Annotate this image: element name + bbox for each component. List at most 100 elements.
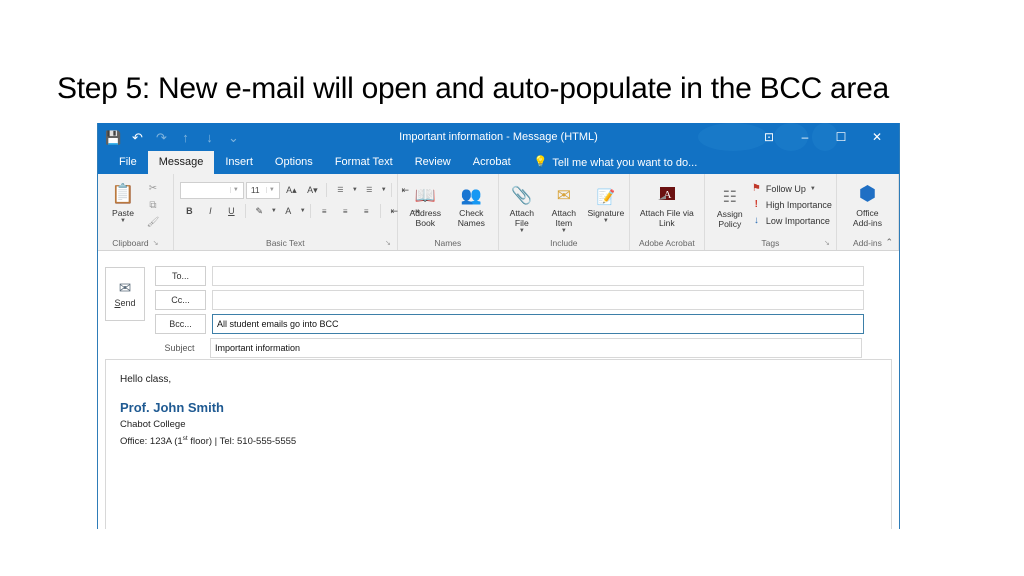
- tell-me-search[interactable]: 💡 Tell me what you want to do...: [522, 151, 698, 174]
- underline-button[interactable]: U: [222, 203, 241, 219]
- basic-text-group-label: Basic Text ↘: [266, 237, 391, 250]
- attach-file-button[interactable]: 📎 Attach File ▼: [501, 178, 543, 236]
- bullets-icon[interactable]: ☰: [331, 182, 350, 198]
- message-compose-area: ✉ Send To... Cc... Bcc... All student em…: [98, 251, 899, 529]
- tell-me-placeholder: Tell me what you want to do...: [552, 156, 698, 169]
- tab-format-text[interactable]: Format Text: [324, 151, 404, 174]
- slide: Step 5: New e-mail will open and auto-po…: [0, 0, 1024, 576]
- tags-dialog-launcher-icon[interactable]: ↘: [824, 237, 830, 250]
- clipboard-dialog-launcher-icon[interactable]: ↘: [153, 237, 159, 250]
- collapse-ribbon-icon[interactable]: ⌃: [885, 237, 893, 248]
- to-button[interactable]: To...: [155, 266, 206, 286]
- cc-input[interactable]: [212, 290, 864, 310]
- include-group-label: Include: [550, 238, 578, 248]
- ribbon-tabs: File Message Insert Options Format Text …: [98, 151, 899, 174]
- send-label: Send: [114, 297, 136, 308]
- ribbon-display-options-button[interactable]: ⊡: [751, 123, 787, 151]
- align-center-icon[interactable]: ≡: [336, 203, 355, 219]
- check-names-icon: 👥: [460, 186, 482, 205]
- numbering-dropdown-icon[interactable]: ▼: [381, 187, 387, 193]
- basic-text-dialog-launcher-icon[interactable]: ↘: [385, 237, 391, 250]
- cc-button[interactable]: Cc...: [155, 290, 206, 310]
- signature-button[interactable]: 📝 Signature ▼: [585, 178, 627, 226]
- exclamation-icon: !: [754, 199, 758, 210]
- bcc-input[interactable]: All student emails go into BCC: [212, 314, 864, 334]
- paste-dropdown-icon[interactable]: ▼: [120, 218, 126, 224]
- assign-policy-button[interactable]: ☷ Assign Policy: [709, 178, 751, 231]
- address-book-button[interactable]: 📖 Address Book: [402, 178, 449, 230]
- message-body[interactable]: Hello class, Prof. John Smith Chabot Col…: [105, 359, 892, 529]
- align-left-icon[interactable]: ≡: [315, 203, 334, 219]
- high-importance-label: High Importance: [765, 199, 832, 210]
- minimize-button[interactable]: –: [787, 123, 823, 151]
- tab-acrobat[interactable]: Acrobat: [462, 151, 522, 174]
- cc-field-row: Cc...: [155, 290, 864, 310]
- assign-policy-icon: ☷: [722, 189, 737, 206]
- font-name-input[interactable]: ▼: [179, 181, 244, 199]
- numbering-icon[interactable]: ☰: [360, 182, 379, 198]
- check-names-label: Check Names: [457, 208, 485, 228]
- font-color-icon[interactable]: A: [279, 203, 298, 219]
- paste-button[interactable]: 📋 Paste ▼: [102, 178, 144, 226]
- tab-options[interactable]: Options: [264, 151, 324, 174]
- attach-file-dropdown-icon[interactable]: ▼: [519, 228, 525, 234]
- attach-item-button[interactable]: ✉ Attach Item ▼: [543, 178, 585, 236]
- body-greeting: Hello class,: [120, 374, 172, 385]
- follow-up-button[interactable]: ⚑ Follow Up ▼: [751, 181, 832, 196]
- paperclip-icon: 📎: [511, 186, 533, 205]
- font-name-dropdown-icon[interactable]: ▼: [229, 187, 241, 193]
- message-header: ✉ Send To... Cc... Bcc... All student em…: [98, 259, 899, 359]
- italic-button[interactable]: I: [201, 203, 220, 219]
- adobe-acrobat-icon: A: [657, 180, 677, 206]
- office-addins-label: Office Add-ins: [852, 208, 882, 228]
- ribbon-group-adobe-acrobat: A Attach File via Link Adobe Acrobat: [630, 174, 705, 250]
- subject-field-row: Subject Important information: [155, 338, 862, 358]
- high-importance-button[interactable]: ! High Importance: [751, 197, 832, 212]
- tab-file[interactable]: File: [108, 151, 148, 174]
- ribbon-group-tags: ☷ Assign Policy ⚑ Follow Up ▼ ! High Imp…: [705, 174, 837, 250]
- to-input[interactable]: [212, 266, 864, 286]
- highlight-dropdown-icon[interactable]: ▼: [271, 208, 277, 214]
- attach-file-label: Attach File: [509, 208, 535, 228]
- attach-file-via-link-button[interactable]: A Attach File via Link: [634, 178, 700, 230]
- adobe-acrobat-group-label: Adobe Acrobat: [638, 238, 695, 248]
- font-size-input[interactable]: 11 ▼: [245, 181, 280, 199]
- tab-review[interactable]: Review: [404, 151, 462, 174]
- check-names-button[interactable]: 👥 Check Names: [449, 178, 494, 230]
- bold-button[interactable]: B: [180, 203, 199, 219]
- cut-icon[interactable]: ✂: [146, 181, 160, 195]
- close-button[interactable]: ✕: [859, 123, 895, 151]
- tab-insert[interactable]: Insert: [214, 151, 264, 174]
- envelope-attach-icon: ✉: [556, 186, 571, 205]
- shrink-font-button[interactable]: A▾: [303, 182, 322, 198]
- tags-group-label: Tags ↘: [761, 237, 830, 250]
- attach-item-dropdown-icon[interactable]: ▼: [561, 228, 567, 234]
- paste-label: Paste: [112, 208, 134, 218]
- bcc-button[interactable]: Bcc...: [155, 314, 206, 334]
- follow-up-label: Follow Up: [765, 183, 806, 194]
- signature-contact-post: floor) | Tel: 510-555-5555: [187, 436, 297, 448]
- copy-icon[interactable]: ⧉: [146, 198, 160, 212]
- address-book-icon: 📖: [414, 186, 436, 205]
- clipboard-group-label: Clipboard ↘: [112, 237, 159, 250]
- send-button[interactable]: ✉ Send: [105, 267, 145, 321]
- signature-dropdown-icon[interactable]: ▼: [603, 218, 609, 224]
- align-right-icon[interactable]: ≡: [357, 203, 376, 219]
- low-importance-button[interactable]: ↓ Low Importance: [751, 213, 832, 228]
- office-addins-button[interactable]: ⬢ Office Add-ins: [843, 178, 891, 230]
- tab-message[interactable]: Message: [147, 151, 215, 174]
- restore-button[interactable]: ☐: [823, 123, 859, 151]
- bullets-dropdown-icon[interactable]: ▼: [352, 187, 358, 193]
- follow-up-dropdown-icon[interactable]: ▼: [810, 186, 816, 192]
- signature-label: Signature: [587, 208, 625, 218]
- format-painter-icon[interactable]: 🖌: [146, 215, 160, 229]
- attach-item-label: Attach Item: [551, 208, 577, 228]
- font-size-dropdown-icon[interactable]: ▼: [265, 187, 277, 193]
- text-highlight-color-icon[interactable]: ✎: [250, 203, 269, 219]
- window-controls: ⊡ – ☐ ✕: [751, 123, 895, 151]
- ribbon-group-clipboard: 📋 Paste ▼ ✂ ⧉ 🖌 Clipboard ↘: [98, 174, 174, 250]
- grow-font-button[interactable]: A▴: [282, 182, 301, 198]
- font-color-dropdown-icon[interactable]: ▼: [300, 208, 306, 214]
- subject-label: Subject: [164, 343, 195, 353]
- subject-input[interactable]: Important information: [210, 338, 862, 358]
